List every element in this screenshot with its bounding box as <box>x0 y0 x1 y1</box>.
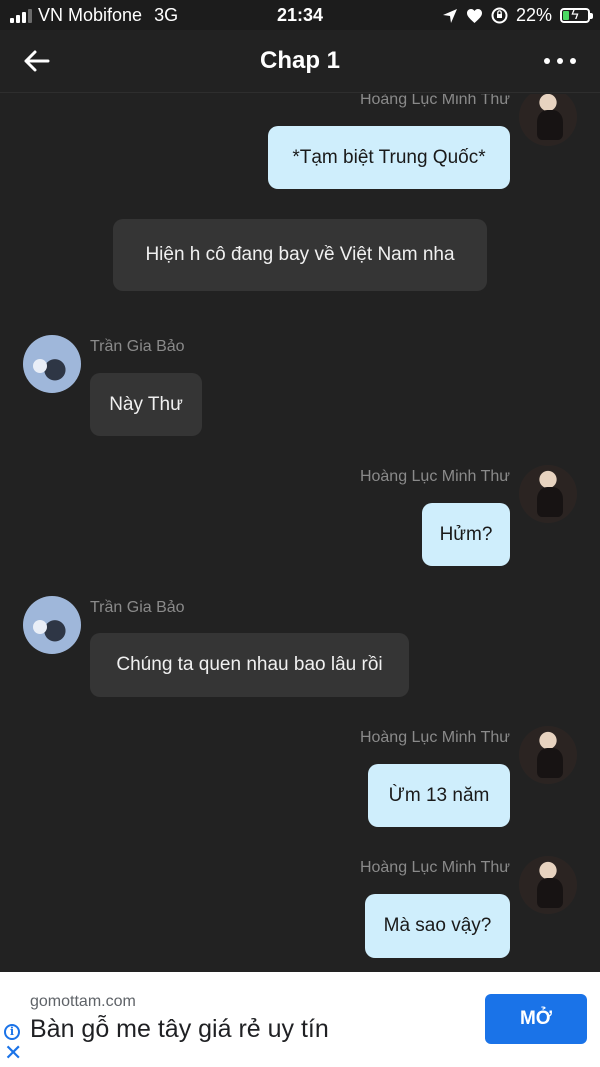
sender-name: Trần Gia Bảo <box>90 338 185 355</box>
sender-name: Hoàng Lục Minh Thư <box>359 729 510 746</box>
message-bubble[interactable]: Mà sao vậy? <box>365 894 510 958</box>
avatar[interactable] <box>23 596 81 654</box>
chapter-title: Chap 1 <box>259 47 340 74</box>
chat-area[interactable]: Hoàng Lục Minh Thư *Tạm biệt Trung Quốc*… <box>0 94 600 972</box>
avatar[interactable] <box>519 465 577 523</box>
orientation-lock-icon <box>491 7 508 24</box>
message-bubble[interactable]: Hửm? <box>422 503 510 566</box>
battery-icon: ϟ <box>560 6 593 23</box>
message-bubble[interactable]: Chúng ta quen nhau bao lâu rồi <box>90 633 409 697</box>
sender-name: Hoàng Lục Minh Thư <box>359 468 510 485</box>
avatar[interactable] <box>23 335 81 393</box>
sender-name: Hoàng Lục Minh Thư <box>359 859 510 876</box>
more-options-icon[interactable] <box>544 48 576 74</box>
narration-bubble[interactable]: Hiện h cô đang bay về Việt Nam nha <box>113 219 487 291</box>
chat-header: Chap 1 <box>0 30 600 93</box>
avatar[interactable] <box>519 856 577 914</box>
sender-name: Hoàng Lục Minh Thư <box>359 94 510 108</box>
ad-open-button[interactable]: MỞ <box>485 994 587 1044</box>
ad-domain: gomottam.com <box>30 993 136 1010</box>
charging-bolt-icon: ϟ <box>571 6 579 22</box>
ad-headline[interactable]: Bàn gỗ me tây giá rẻ uy tín <box>30 1015 329 1044</box>
status-right: 22% ϟ <box>442 5 593 26</box>
avatar[interactable] <box>519 726 577 784</box>
battery-percent: 22% <box>515 5 552 25</box>
status-bar: VN Mobifone 3G 21:34 22% ϟ <box>0 0 600 30</box>
ad-info-icon[interactable]: i <box>4 1024 20 1040</box>
message-bubble[interactable]: Này Thư <box>90 373 202 436</box>
ad-banner[interactable]: gomottam.com Bàn gỗ me tây giá rẻ uy tín… <box>0 972 600 1067</box>
message-bubble[interactable]: Ừm 13 năm <box>368 764 510 827</box>
ad-close-icon[interactable]: ✕ <box>4 1042 22 1064</box>
sender-name: Trần Gia Bảo <box>90 599 185 616</box>
location-arrow-icon <box>442 8 457 23</box>
heart-icon <box>466 8 482 23</box>
message-bubble[interactable]: *Tạm biệt Trung Quốc* <box>268 126 510 189</box>
avatar[interactable] <box>519 94 577 146</box>
